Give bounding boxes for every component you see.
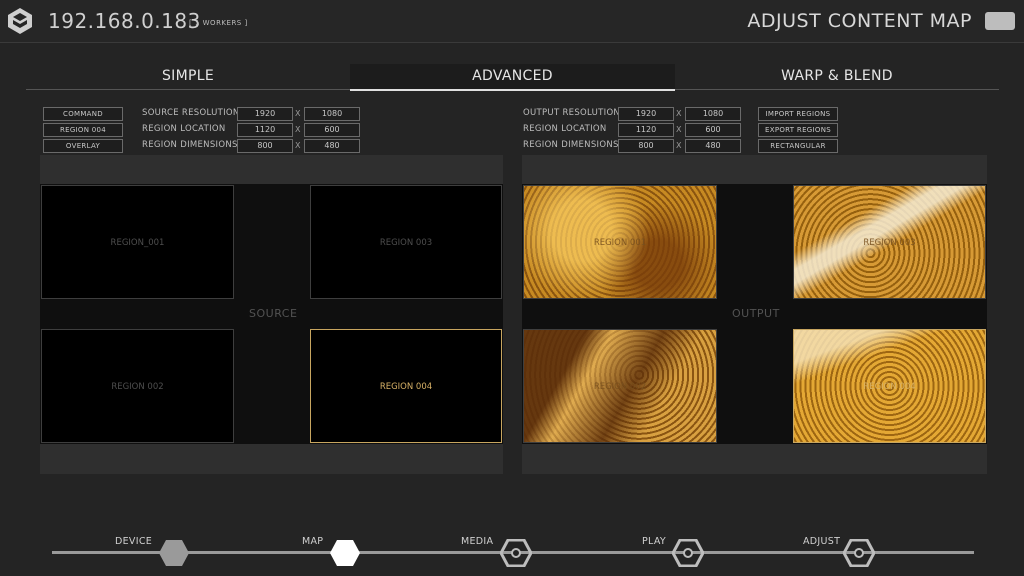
output-region-002[interactable]: REGION 002 [523, 329, 717, 443]
nav-label-adjust: ADJUST [803, 536, 841, 547]
separator: X [676, 109, 682, 118]
tab-warp-blend[interactable]: WARP & BLEND [675, 64, 999, 90]
tab-simple[interactable]: SIMPLE [26, 64, 350, 90]
source-resolution-label: SOURCE RESOLUTION [142, 108, 240, 118]
output-dimensions-x-field[interactable]: 800 [618, 139, 674, 153]
rectangular-button[interactable]: RECTANGULAR [758, 139, 838, 153]
step-media-icon[interactable] [500, 539, 532, 567]
output-dimensions-label: REGION DIMENSIONS [523, 140, 619, 150]
step-device-icon[interactable] [158, 539, 190, 567]
command-button[interactable]: COMMAND [43, 107, 123, 121]
nav-label-map: MAP [302, 536, 324, 547]
output-location-y-field[interactable]: 600 [685, 123, 741, 137]
source-center-label: SOURCE [249, 307, 298, 320]
region-label: REGION 001 [593, 238, 647, 248]
region-label: REGION 003 [379, 238, 433, 248]
tab-advanced[interactable]: ADVANCED [350, 64, 675, 91]
separator: X [295, 125, 301, 134]
output-region-004[interactable]: REGION 004 [793, 329, 986, 443]
source-resolution-x-field[interactable]: 1920 [237, 107, 293, 121]
source-region-001[interactable]: REGION_001 [41, 185, 234, 299]
separator: X [295, 109, 301, 118]
output-resolution-y-field[interactable]: 1080 [685, 107, 741, 121]
step-map-icon[interactable] [329, 539, 361, 567]
output-panel: REGION 001 REGION 003 REGION 002 REGION … [522, 155, 987, 474]
source-dimensions-y-field[interactable]: 480 [304, 139, 360, 153]
output-dimensions-y-field[interactable]: 480 [685, 139, 741, 153]
output-location-x-field[interactable]: 1120 [618, 123, 674, 137]
logo-icon [8, 8, 32, 34]
source-region-002[interactable]: REGION 002 [41, 329, 234, 443]
source-panel: REGION_001 REGION 003 REGION 002 REGION … [40, 155, 503, 474]
output-region-001[interactable]: REGION 001 [523, 185, 717, 299]
separator: X [295, 141, 301, 150]
source-canvas: REGION_001 REGION 003 REGION 002 REGION … [40, 184, 503, 444]
nav-label-play: PLAY [642, 536, 667, 547]
output-resolution-label: OUTPUT RESOLUTION [523, 108, 621, 118]
output-region-003[interactable]: REGION 003 [793, 185, 986, 299]
step-play-icon[interactable] [672, 539, 704, 567]
region-label: REGION 004 [863, 382, 916, 392]
source-location-y-field[interactable]: 600 [304, 123, 360, 137]
overlay-button[interactable]: OVERLAY [43, 139, 123, 153]
source-location-x-field[interactable]: 1120 [237, 123, 293, 137]
menu-button[interactable] [985, 12, 1015, 30]
page-title: ADJUST CONTENT MAP [747, 10, 972, 32]
device-ip: 192.168.0.183 [48, 9, 201, 33]
separator: X [676, 125, 682, 134]
region-label: REGION 003 [863, 238, 916, 248]
output-canvas: REGION 001 REGION 003 REGION 002 REGION … [522, 184, 987, 444]
region-label: REGION 002 [593, 382, 647, 392]
worker-count: [ 1 WORKERS ] [189, 19, 248, 27]
region-label: REGION 004 [379, 382, 433, 392]
region-label: REGION 002 [111, 382, 164, 392]
nav-label-device: DEVICE [115, 536, 153, 547]
output-center-label: OUTPUT [732, 307, 780, 320]
nav-label-media: MEDIA [461, 536, 494, 547]
import-regions-button[interactable]: IMPORT REGIONS [758, 107, 838, 121]
source-region-004[interactable]: REGION 004 [310, 329, 502, 443]
region-select-button[interactable]: REGION 004 [43, 123, 123, 137]
top-bar: 192.168.0.183 [ 1 WORKERS ] ADJUST CONTE… [0, 0, 1024, 43]
source-dimensions-label: REGION DIMENSIONS [142, 140, 238, 150]
source-location-label: REGION LOCATION [142, 124, 226, 134]
source-dimensions-x-field[interactable]: 800 [237, 139, 293, 153]
output-resolution-x-field[interactable]: 1920 [618, 107, 674, 121]
export-regions-button[interactable]: EXPORT REGIONS [758, 123, 838, 137]
source-region-003[interactable]: REGION 003 [310, 185, 502, 299]
region-label: REGION_001 [110, 238, 165, 248]
source-resolution-y-field[interactable]: 1080 [304, 107, 360, 121]
step-adjust-icon[interactable] [843, 539, 875, 567]
separator: X [676, 141, 682, 150]
output-location-label: REGION LOCATION [523, 124, 607, 134]
